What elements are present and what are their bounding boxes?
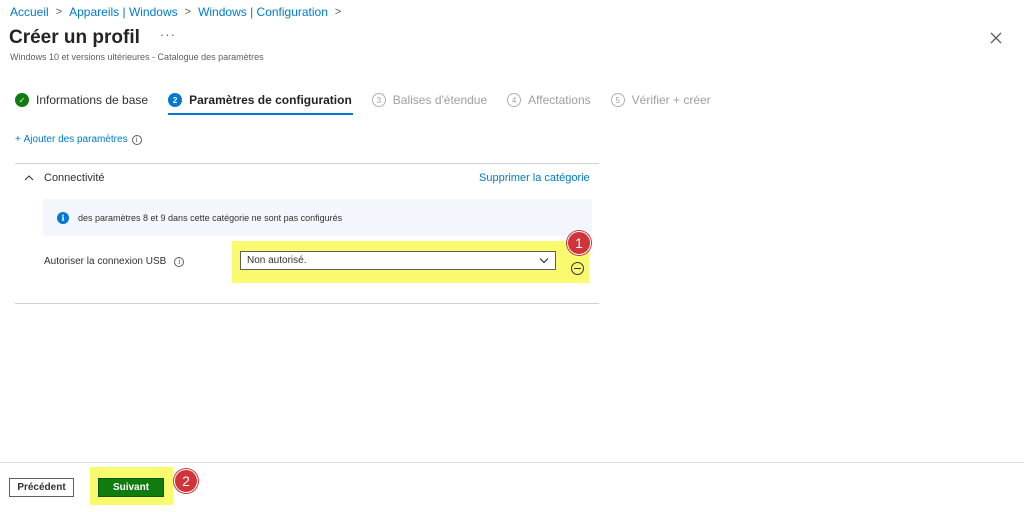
step-review-create: 5 Vérifier + créer [610,90,711,110]
info-banner-text: des paramètres 8 et 9 dans cette catégor… [78,212,343,223]
footer-divider [0,462,1024,463]
chevron-up-icon [24,175,34,181]
setting-label-text: Autoriser la connexion USB [44,256,167,267]
info-icon[interactable]: i [131,134,142,145]
divider [15,163,599,164]
page-subtitle: Windows 10 et versions ultérieures - Cat… [10,52,264,62]
step-number: 2 [168,93,183,107]
dropdown-value: Non autorisé. [247,255,307,266]
remove-icon[interactable] [571,262,584,275]
info-icon: i [57,211,69,224]
page-title: Créer un profil [9,27,140,48]
add-settings-link[interactable]: + Ajouter des paramètres i [15,134,142,145]
category-toggle[interactable]: Connectivité [24,172,105,184]
step-number: 4 [507,93,522,107]
step-assignments: 4 Affectations [507,90,591,110]
step-label: Paramètres de configuration [189,93,352,107]
chevron-right-icon: > [55,6,63,18]
close-icon[interactable] [989,31,1003,45]
breadcrumb-devices-windows[interactable]: Appareils | Windows [69,5,178,19]
info-banner: i des paramètres 8 et 9 dans cette catég… [43,199,592,236]
divider [15,303,599,304]
callout-badge-1: 1 [567,231,591,255]
chevron-down-icon [539,258,549,264]
wizard-steps: ✓ Informations de base 2 Paramètres de c… [15,90,731,115]
step-label: Vérifier + créer [631,93,711,107]
step-scope-tags: 3 Balises d'étendue [371,90,488,110]
category-name: Connectivité [44,172,105,184]
plus-icon: + [15,134,21,145]
breadcrumb-home[interactable]: Accueil [10,5,49,19]
check-icon: ✓ [15,93,29,107]
add-settings-label: Ajouter des paramètres [23,134,128,145]
info-icon[interactable]: i [174,256,185,267]
step-label: Balises d'étendue [392,93,488,107]
previous-button[interactable]: Précédent [9,478,74,497]
delete-category-link[interactable]: Supprimer la catégorie [479,172,590,184]
step-basics[interactable]: ✓ Informations de base [15,90,148,110]
usb-connection-dropdown[interactable]: Non autorisé. [240,251,556,270]
step-number: 3 [371,93,386,107]
step-label: Informations de base [36,93,149,107]
breadcrumb-windows-configuration[interactable]: Windows | Configuration [198,5,328,19]
step-number: 5 [610,93,625,107]
title-row: Créer un profil ··· [9,27,176,49]
more-icon[interactable]: ··· [160,27,176,42]
callout-badge-2: 2 [174,469,198,493]
chevron-right-icon: > [334,6,342,18]
setting-label: Autoriser la connexion USB i [44,256,185,267]
chevron-right-icon: > [184,6,192,18]
step-configuration-settings[interactable]: 2 Paramètres de configuration [168,90,353,115]
next-button[interactable]: Suivant [98,478,164,497]
breadcrumb: Accueil > Appareils | Windows > Windows … [10,5,348,19]
step-label: Affectations [528,93,591,107]
